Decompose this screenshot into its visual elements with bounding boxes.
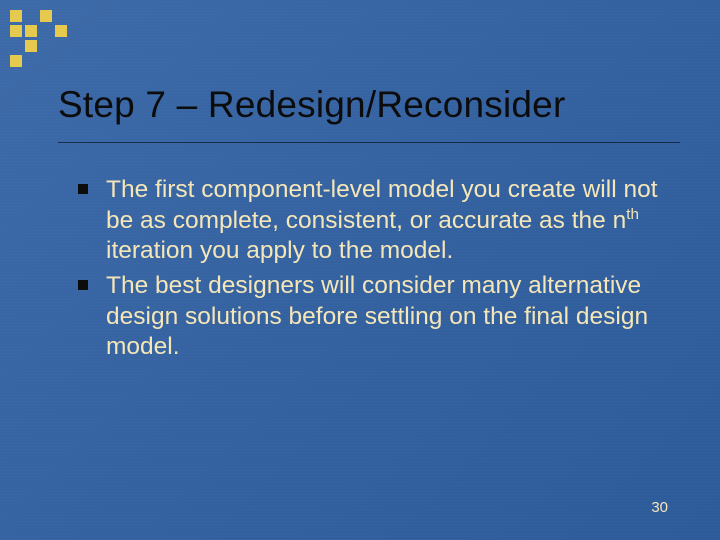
square-bullet-icon [78,280,88,290]
bullet-item: The first component-level model you crea… [78,175,662,267]
page-number: 30 [651,499,668,516]
slide-title: Step 7 – Redesign/Reconsider [58,84,680,126]
slide-content: The first component-level model you crea… [78,175,662,367]
bullet-text-post: iteration you apply to the model. [106,237,453,264]
square-bullet-icon [78,184,88,194]
bullet-text-sup: th [626,205,639,222]
bullet-text: The first component-level model you crea… [106,175,662,267]
decorative-corner-squares [10,10,67,67]
bullet-text: The best designers will consider many al… [106,271,662,363]
bullet-item: The best designers will consider many al… [78,271,662,363]
bullet-text-pre: The first component-level model you crea… [106,176,658,234]
bullet-text-pre: The best designers will consider many al… [106,272,648,360]
title-rule [58,142,680,143]
